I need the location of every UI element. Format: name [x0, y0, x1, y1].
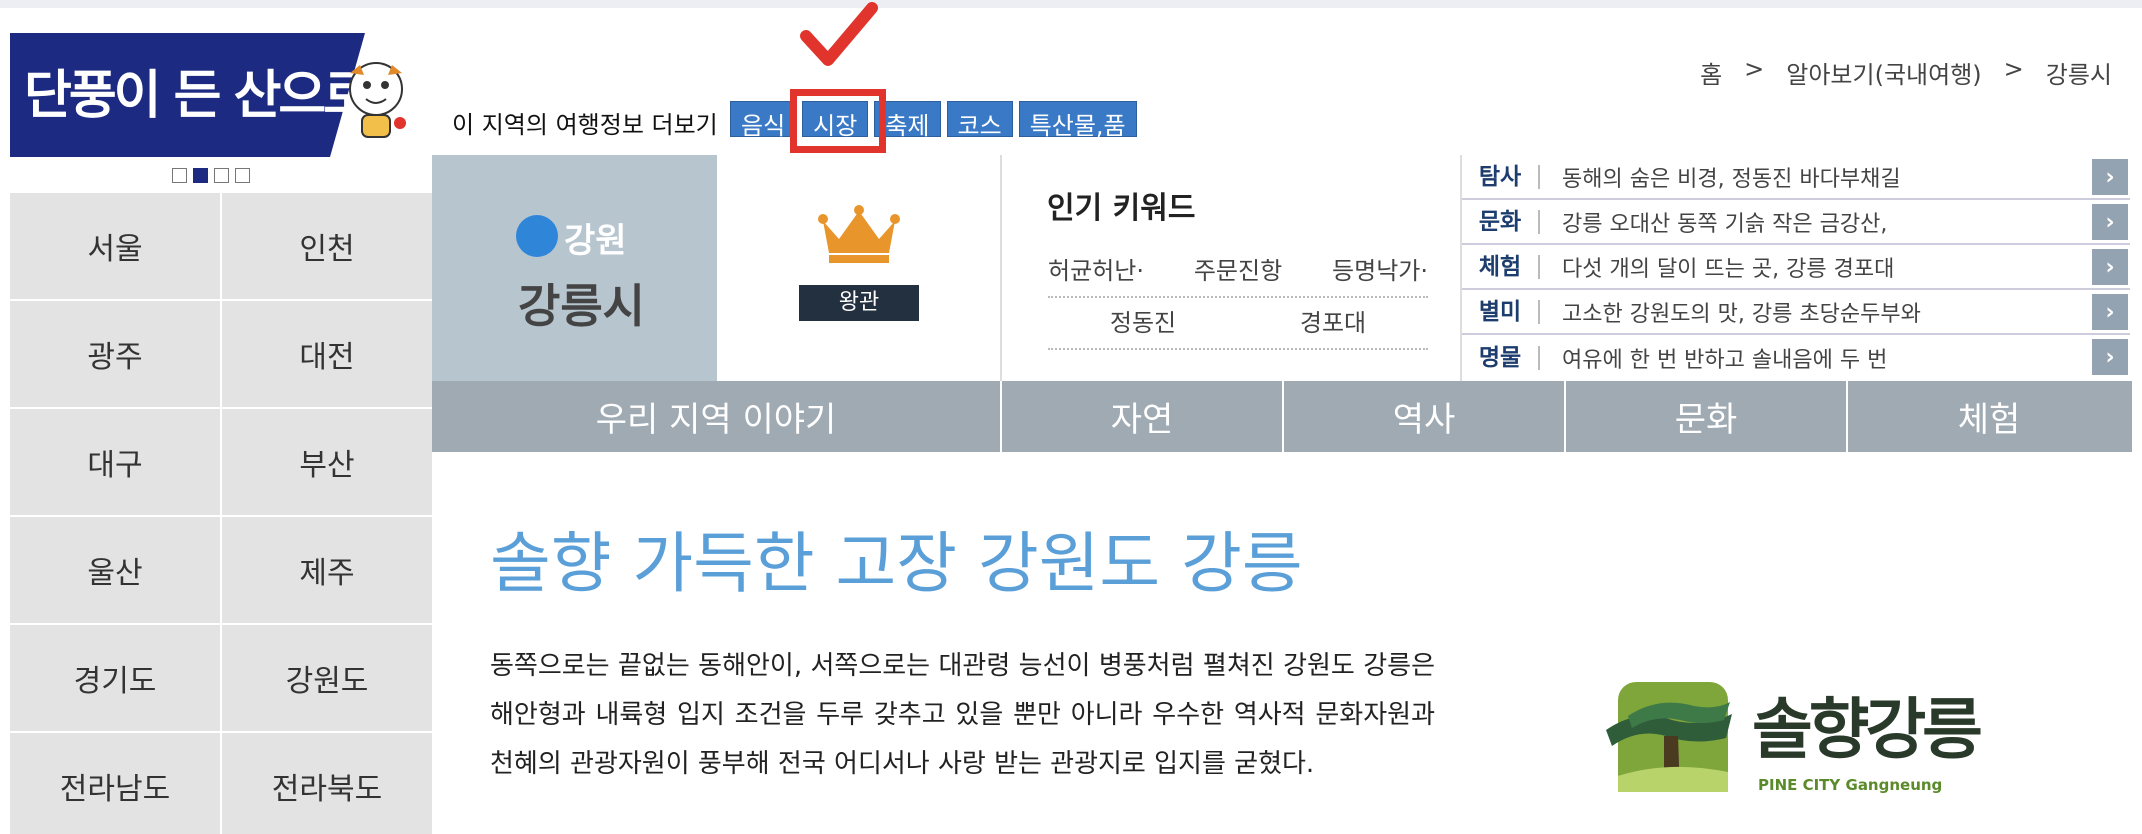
- badge-label: 왕관: [799, 285, 919, 321]
- article-item[interactable]: 문화 강릉 오대산 동쪽 기슭 작은 금강산, ›: [1462, 200, 2130, 245]
- breadcrumb-separator: >: [1744, 55, 1765, 83]
- tag-specialty-button[interactable]: 특산물,품: [1018, 101, 1137, 140]
- region-item[interactable]: 전라북도: [222, 733, 432, 834]
- top-strip: [0, 0, 2142, 8]
- breadcrumb-current: 강릉시: [2045, 61, 2112, 89]
- region-item[interactable]: 인천: [222, 193, 432, 299]
- chevron-right-icon[interactable]: ›: [2092, 159, 2128, 195]
- more-info-label: 이 지역의 여행정보 더보기: [452, 111, 718, 139]
- article-title[interactable]: 여유에 한 번 반하고 솔내음에 두 번: [1540, 342, 1887, 374]
- province-label: 강원: [564, 221, 627, 261]
- badge-card: 왕관: [717, 155, 1002, 381]
- article-item[interactable]: 별미 고소한 강원도의 맛, 강릉 초당순두부와 ›: [1462, 290, 2130, 335]
- article-category: 탐사: [1462, 164, 1540, 189]
- breadcrumb-section-link[interactable]: 알아보기(국내여행): [1786, 55, 1981, 90]
- article-title[interactable]: 강릉 오대산 동쪽 기슭 작은 금강산,: [1540, 206, 1887, 238]
- article-category: 별미: [1462, 299, 1540, 324]
- article-item[interactable]: 명물 여유에 한 번 반하고 솔내음에 두 번 ›: [1462, 335, 2130, 380]
- region-menu: 서울 인천 광주 대전 대구 부산 울산 제주 경기도 강원도 전라남도 전라북…: [10, 193, 432, 834]
- keyword-link[interactable]: 경포대: [1300, 303, 1366, 338]
- keyword-link[interactable]: 주문진항: [1194, 251, 1282, 286]
- article-title[interactable]: 다섯 개의 달이 뜨는 곳, 강릉 경포대: [1540, 251, 1894, 283]
- article-title[interactable]: 고소한 강원도의 맛, 강릉 초당순두부와: [1540, 296, 1921, 328]
- region-item[interactable]: 대구: [10, 409, 220, 515]
- checkmark-icon: [800, 2, 878, 66]
- highlight-box: [790, 89, 886, 153]
- city-name: 강릉시: [518, 279, 645, 333]
- pager-dot-active[interactable]: [193, 168, 208, 183]
- mascot-icon: [349, 62, 406, 138]
- pine-tree-icon: [1606, 682, 1732, 792]
- tab-local-story[interactable]: 우리 지역 이야기: [432, 381, 1002, 452]
- article-category: 명물: [1462, 345, 1540, 370]
- keyword-link[interactable]: 허균허난·: [1048, 251, 1144, 286]
- tag-course-button[interactable]: 코스: [946, 101, 1013, 140]
- breadcrumb: 홈 > 알아보기(국내여행) > 강릉시: [1700, 55, 2112, 90]
- region-item[interactable]: 부산: [222, 409, 432, 515]
- keywords-title: 인기 키워드: [1047, 191, 1196, 226]
- intro-paragraph: 동쪽으로는 끝없는 동해안이, 서쪽으로는 대관령 능선이 병풍처럼 펼쳐진 강…: [490, 651, 1435, 779]
- tag-food-button[interactable]: 음식: [730, 101, 797, 140]
- article-title[interactable]: 동해의 숨은 비경, 정동진 바다부채길: [1540, 161, 1901, 193]
- breadcrumb-home-link[interactable]: 홈: [1700, 55, 1722, 90]
- tab-history[interactable]: 역사: [1284, 381, 1566, 452]
- region-item[interactable]: 제주: [222, 517, 432, 623]
- logo-subtitle: PINE CITY Gangneung: [1758, 776, 1943, 794]
- logo-wordmark: 솔향강릉: [1752, 691, 1983, 768]
- popular-keywords: 인기 키워드 허균허난· 주문진항 등명낙가· 정동진 경포대: [1002, 155, 1460, 381]
- keyword-link[interactable]: 등명낙가·: [1332, 251, 1428, 286]
- tab-culture[interactable]: 문화: [1566, 381, 1848, 452]
- chevron-right-icon[interactable]: ›: [2092, 294, 2128, 330]
- article-item[interactable]: 체험 다섯 개의 달이 뜨는 곳, 강릉 경포대 ›: [1462, 245, 2130, 290]
- region-item[interactable]: 서울: [10, 193, 220, 299]
- region-item[interactable]: 울산: [10, 517, 220, 623]
- province-icon: [516, 215, 558, 257]
- banner-pager[interactable]: [172, 168, 250, 183]
- article-category: 체험: [1462, 254, 1540, 279]
- pager-dot[interactable]: [214, 168, 229, 183]
- keyword-row: 허균허난· 주문진항 등명낙가·: [1048, 251, 1428, 298]
- pager-dot[interactable]: [235, 168, 250, 183]
- crown-icon: [818, 205, 900, 263]
- article-category: 문화: [1462, 209, 1540, 234]
- pager-dot[interactable]: [172, 168, 187, 183]
- region-item[interactable]: 광주: [10, 301, 220, 407]
- city-card: 강원 강릉시: [432, 155, 717, 381]
- tab-experience[interactable]: 체험: [1848, 381, 2130, 452]
- region-item[interactable]: 대전: [222, 301, 432, 407]
- region-item[interactable]: 강원도: [222, 625, 432, 731]
- chevron-right-icon[interactable]: ›: [2092, 339, 2128, 375]
- promo-banner[interactable]: 단풍이 든 산으로: [10, 33, 430, 157]
- region-item[interactable]: 전라남도: [10, 733, 220, 834]
- section-tabs: 우리 지역 이야기 자연 역사 문화 체험: [432, 381, 2132, 452]
- city-logo: 솔향강릉 PINE CITY Gangneung: [1598, 676, 1983, 796]
- chevron-right-icon[interactable]: ›: [2092, 249, 2128, 285]
- breadcrumb-separator: >: [2003, 55, 2024, 83]
- region-item[interactable]: 경기도: [10, 625, 220, 731]
- banner-title: 단풍이 든 산으로: [24, 66, 371, 126]
- tab-nature[interactable]: 자연: [1002, 381, 1284, 452]
- article-list: 탐사 동해의 숨은 비경, 정동진 바다부채길 › 문화 강릉 오대산 동쪽 기…: [1460, 155, 2130, 381]
- keyword-row: 정동진 경포대: [1048, 303, 1428, 350]
- article-item[interactable]: 탐사 동해의 숨은 비경, 정동진 바다부채길 ›: [1462, 155, 2130, 200]
- chevron-right-icon[interactable]: ›: [2092, 204, 2128, 240]
- page-headline: 솔향 가득한 고장 강원도 강릉: [490, 525, 1303, 602]
- keyword-link[interactable]: 정동진: [1110, 303, 1176, 338]
